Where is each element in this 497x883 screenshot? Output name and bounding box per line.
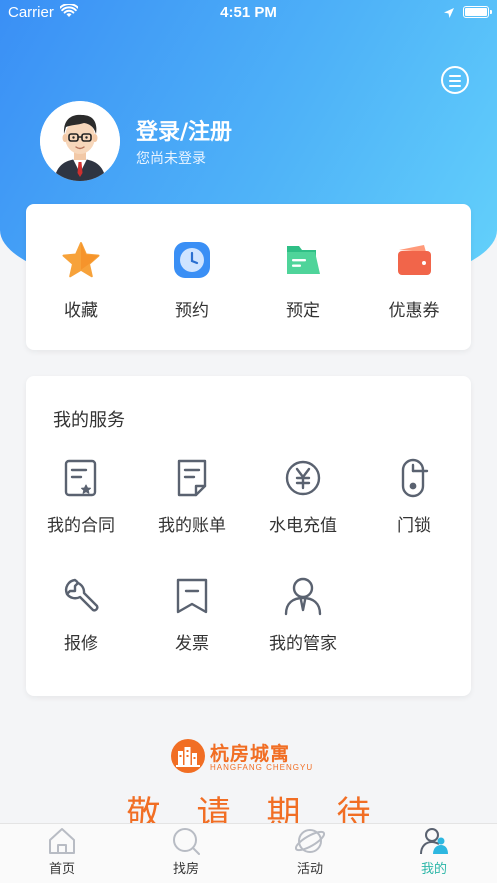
bill-icon [172,458,212,498]
service-invoice[interactable]: 发票 [137,576,247,654]
clock-time: 4:51 PM [220,4,277,21]
service-contract-label: 我的合同 [47,516,115,536]
service-door-lock-label: 门锁 [397,516,431,536]
reservation-button[interactable]: 预定 [248,240,358,321]
service-butler[interactable]: 我的管家 [248,576,358,654]
service-recharge[interactable]: 水电充值 [248,458,358,536]
contract-icon [61,458,101,498]
appointment-button[interactable]: 预约 [137,240,247,321]
brand-name-en: HANGFANG CHENGYU [210,763,314,772]
login-status-text: 您尚未登录 [136,151,206,167]
service-door-lock[interactable]: 门锁 [359,458,469,536]
service-repair[interactable]: 报修 [26,576,136,654]
tab-activity[interactable]: 活动 [248,824,372,883]
tab-activity-label: 活动 [296,862,323,877]
tab-find-room[interactable]: 找房 [124,824,248,883]
brand-logo-icon [171,739,205,773]
folder-icon [283,240,323,280]
service-contract[interactable]: 我的合同 [26,458,136,536]
location-arrow-icon [443,6,455,24]
lock-icon [394,458,434,498]
favorites-button[interactable]: 收藏 [26,240,136,321]
star-icon [61,240,101,280]
coupon-button[interactable]: 优惠券 [359,240,469,321]
brand-name: 杭房城寓 [210,743,291,765]
coupon-label: 优惠券 [388,301,440,321]
status-bar: Carrier 4:51 PM [0,0,497,26]
services-title: 我的服务 [53,410,125,431]
clock-icon [172,240,212,280]
service-repair-label: 报修 [64,634,98,654]
tab-find-room-label: 找房 [172,862,199,877]
quick-actions-card: 收藏 预约 预定 优惠券 [26,204,471,350]
planet-icon [294,827,326,855]
service-recharge-label: 水电充值 [269,516,337,536]
message-icon[interactable] [441,66,469,94]
reservation-label: 预定 [286,301,320,321]
battery-icon [463,6,492,18]
tab-home[interactable]: 首页 [0,824,124,883]
tab-home-label: 首页 [48,862,75,877]
service-butler-label: 我的管家 [269,634,337,654]
home-icon [47,827,77,855]
service-bill[interactable]: 我的账单 [137,458,247,536]
my-services-card: 我的服务 我的合同 我的账单 水电充值 门锁 报修 发票 我的管家 [26,376,471,696]
butler-icon [283,576,323,616]
tab-mine[interactable]: 我的 [372,824,496,883]
profile-icon [419,827,449,855]
bottom-tab-bar: 首页 找房 活动 我的 [0,823,497,883]
wrench-icon [61,576,101,616]
search-icon [171,827,201,855]
login-register-link[interactable]: 登录/注册 [136,114,232,146]
invoice-icon [172,576,212,616]
wallet-icon [394,240,434,280]
brand-logo: 杭房城寓 HANGFANG CHENGYU [170,738,330,776]
service-invoice-label: 发票 [175,634,209,654]
yuan-icon [283,458,323,498]
appointment-label: 预约 [175,301,209,321]
tab-mine-label: 我的 [420,862,447,877]
user-avatar[interactable] [40,101,120,181]
service-bill-label: 我的账单 [158,516,226,536]
favorites-label: 收藏 [64,301,98,321]
